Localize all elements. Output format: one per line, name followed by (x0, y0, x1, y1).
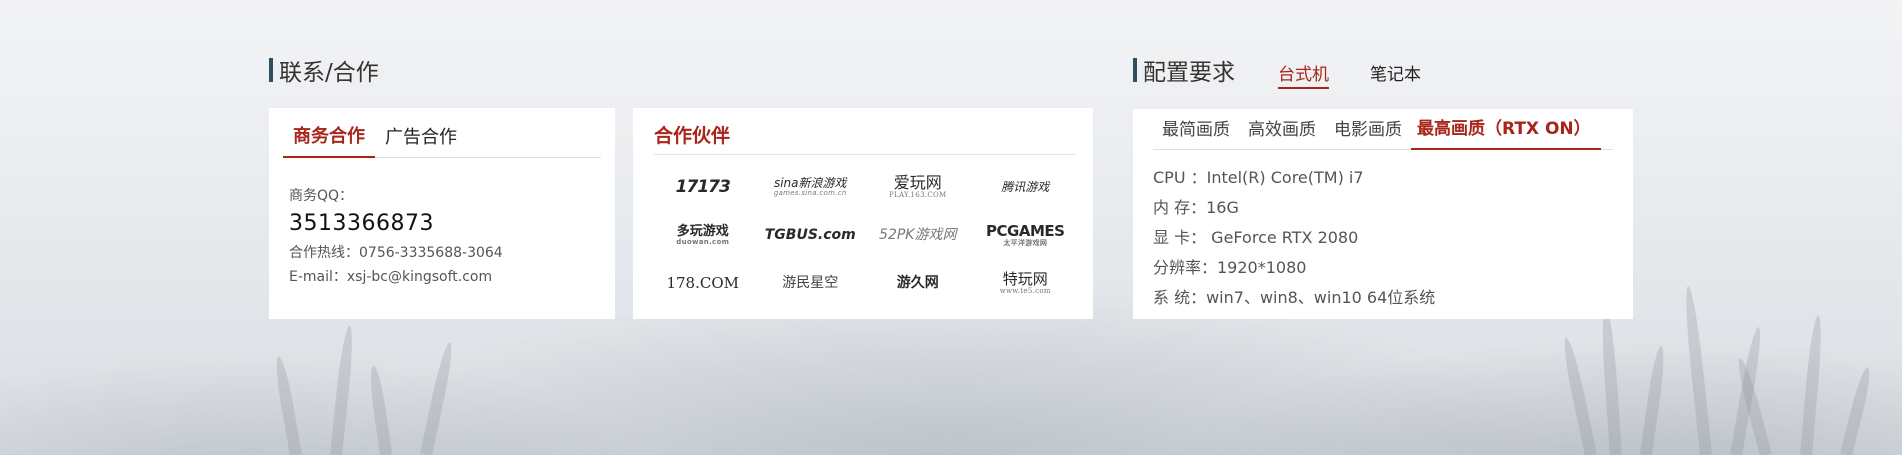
tab-ad-cooperation[interactable]: 广告合作 (375, 123, 467, 157)
spec-os: 系 统：win7、win8、win10 64位系统 (1153, 288, 1436, 307)
gamersky-logo[interactable]: 游民星空 (782, 276, 838, 290)
pcgames-logo[interactable]: PCGAMES 太平洋游戏网 (986, 223, 1065, 247)
youjiu-logo[interactable]: 游久网 (897, 276, 939, 290)
spec-resolution: 分辨率：1920*1080 (1153, 258, 1307, 277)
tab-business-cooperation[interactable]: 商务合作 (283, 122, 375, 158)
spec-gpu: 显 卡： GeForce RTX 2080 (1153, 228, 1359, 247)
contact-section-title: 联系/合作 (269, 55, 379, 86)
title-accent-bar (269, 58, 273, 82)
tab-quality-highest[interactable]: 最高画质（RTX ON） (1411, 114, 1601, 150)
qq-label: 商务QQ： (289, 188, 354, 204)
tgbus-logo[interactable]: TGBUS.com (765, 228, 856, 242)
sina-games-logo[interactable]: sina新浪游戏 games.sina.com.cn (774, 177, 847, 197)
tab-desktop[interactable]: 台式机 (1278, 60, 1329, 89)
partners-title: 合作伙伴 (654, 125, 731, 147)
partners-panel: 合作伙伴 17173 sina新浪游戏 games.sina.com.cn 爱玩… (633, 108, 1093, 319)
178-logo[interactable]: 178.COM (666, 275, 739, 291)
config-title-text: 配置要求 (1143, 60, 1235, 86)
contact-title-text: 联系/合作 (279, 60, 379, 86)
partner-logo-grid: 17173 sina新浪游戏 games.sina.com.cn 爱玩网 PLA… (649, 163, 1079, 307)
config-section-title: 配置要求 (1133, 55, 1235, 86)
te5-logo[interactable]: 特玩网 www.te5.com (1000, 271, 1051, 295)
17173-logo[interactable]: 17173 (676, 178, 731, 196)
config-panel: 最简画质 高效画质 电影画质 最高画质（RTX ON） CPU ：Intel(R… (1133, 109, 1633, 319)
duowan-logo[interactable]: 多玩游戏 duowan.com (676, 225, 729, 246)
email: E-mail：xsj-bc@kingsoft.com (289, 269, 493, 285)
qq-number: 3513366873 (289, 211, 434, 236)
tab-quality-minimal[interactable]: 最简画质 (1153, 115, 1239, 149)
tencent-games-logo[interactable]: 腾讯游戏 (1001, 181, 1049, 193)
contact-tabs: 商务合作 广告合作 (283, 118, 601, 158)
title-accent-bar (1133, 58, 1137, 82)
tab-quality-cinematic[interactable]: 电影画质 (1325, 115, 1411, 149)
quality-tabs: 最简画质 高效画质 电影画质 最高画质（RTX ON） (1153, 109, 1613, 150)
52pk-logo[interactable]: 52PK游戏网 (879, 228, 956, 242)
tab-quality-efficient[interactable]: 高效画质 (1239, 115, 1325, 149)
tab-laptop[interactable]: 笔记本 (1370, 60, 1421, 85)
spec-memory: 内 存：16G (1153, 198, 1239, 217)
contact-panel: 商务合作 广告合作 商务QQ： 3513366873 合作热线：0756-333… (269, 108, 615, 319)
spec-cpu: CPU ：Intel(R) Core(TM) i7 (1153, 168, 1364, 187)
spec-list: CPU ：Intel(R) Core(TM) i7 内 存：16G 显 卡： G… (1133, 150, 1633, 313)
play-163-logo[interactable]: 爱玩网 PLAY.163.COM (889, 175, 947, 199)
hotline: 合作热线：0756-3335688-3064 (289, 245, 503, 261)
